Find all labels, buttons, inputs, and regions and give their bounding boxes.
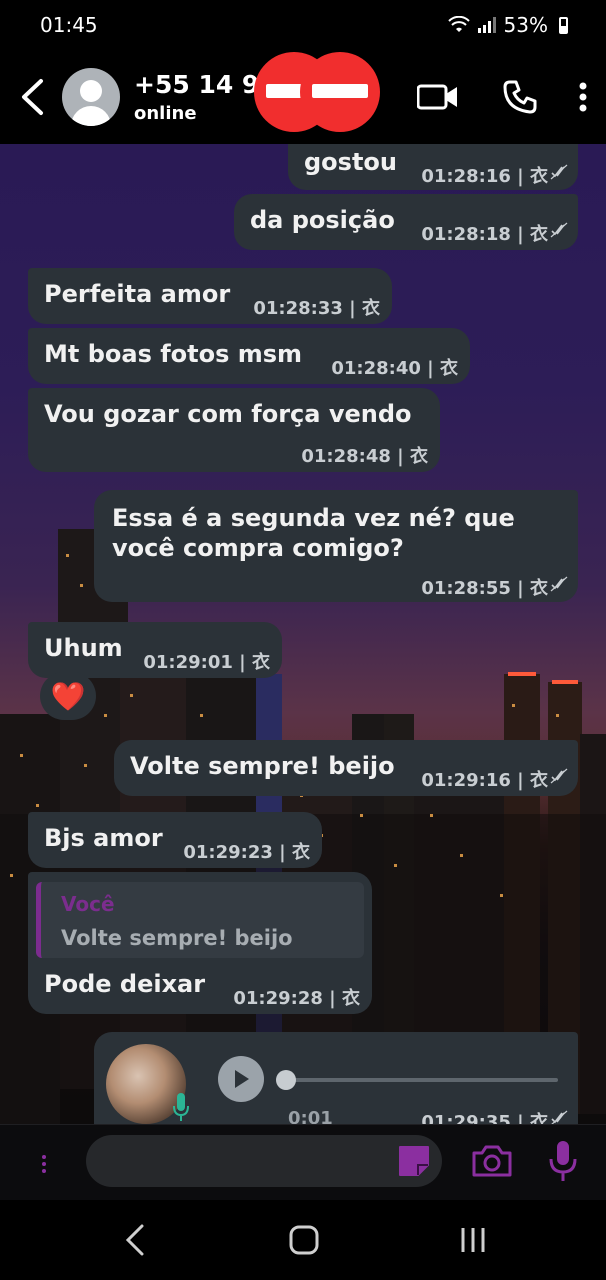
microphone-icon[interactable] <box>548 1139 578 1183</box>
system-navigation-bar <box>0 1200 606 1280</box>
message-text: Vou gozar com força vendo <box>44 400 412 428</box>
chat-area[interactable]: gostou 01:28:16 | 衣 da posição 01:28:18 … <box>0 144 606 1124</box>
message-bubble-out[interactable]: gostou 01:28:16 | 衣 <box>288 144 578 190</box>
voice-message-bubble[interactable]: 0:01 01:29:35 | 衣 <box>94 1032 578 1124</box>
message-time: 01:28:16 | 衣 <box>421 166 548 187</box>
read-status-icon <box>550 164 568 180</box>
message-text-line1: Essa é a segunda vez né? que <box>112 504 515 532</box>
battery-icon <box>559 16 568 34</box>
message-text: Bjs amor <box>44 824 163 852</box>
message-bubble-out[interactable]: Volte sempre! beijo 01:29:16 | 衣 <box>114 740 578 796</box>
status-icons: 53% <box>447 13 568 37</box>
message-bubble-in[interactable]: Você Volte sempre! beijo Pode deixar 01:… <box>28 872 372 1014</box>
message-text: Perfeita amor <box>44 280 231 308</box>
audio-progress-track[interactable] <box>288 1078 558 1082</box>
message-time: 01:29:28 | 衣 <box>233 988 360 1009</box>
message-text: Uhum <box>44 634 123 662</box>
avatar-icon[interactable] <box>62 68 120 126</box>
message-bubble-in[interactable]: Perfeita amor 01:28:33 | 衣 <box>28 268 392 324</box>
status-bar: 01:45 53% <box>0 0 606 50</box>
message-text: Mt boas fotos msm <box>44 340 303 368</box>
contact-status: online <box>134 103 197 124</box>
nav-recents-icon[interactable] <box>458 1222 488 1258</box>
wifi-icon <box>447 16 470 32</box>
read-status-icon <box>551 1110 568 1124</box>
message-text: Pode deixar <box>44 970 206 998</box>
message-bubble-out[interactable]: Essa é a segunda vez né? que você compra… <box>94 490 578 602</box>
nav-back-icon[interactable] <box>122 1222 146 1258</box>
signal-icon <box>477 17 496 33</box>
message-time: 01:29:16 | 衣 <box>421 770 548 791</box>
redaction-mark <box>300 52 380 132</box>
message-text: da posição <box>250 206 395 234</box>
message-bubble-out[interactable]: da posição 01:28:18 | 衣 <box>234 194 578 250</box>
message-bubble-in[interactable]: Mt boas fotos msm 01:28:40 | 衣 <box>28 328 470 384</box>
camera-icon[interactable] <box>470 1141 514 1181</box>
message-time: 01:28:18 | 衣 <box>421 224 548 245</box>
message-time: 01:28:40 | 衣 <box>331 358 458 379</box>
message-time: 01:29:01 | 衣 <box>143 652 270 673</box>
status-time: 01:45 <box>40 13 98 37</box>
audio-progress-knob[interactable] <box>276 1070 296 1090</box>
attach-menu-icon[interactable] <box>36 1149 52 1179</box>
read-status-icon <box>550 768 568 784</box>
message-time: 01:28:55 | 衣 <box>421 578 548 599</box>
message-bubble-in[interactable]: Vou gozar com força vendo 01:28:48 | 衣 <box>28 388 440 472</box>
message-bubble-in[interactable]: Uhum 01:29:01 | 衣 <box>28 622 282 678</box>
voice-duration: 0:01 <box>288 1108 333 1124</box>
back-arrow-icon[interactable] <box>10 67 54 127</box>
message-time: 01:28:33 | 衣 <box>253 298 380 319</box>
play-icon[interactable] <box>218 1056 264 1102</box>
message-input[interactable] <box>86 1135 442 1187</box>
video-call-icon[interactable] <box>408 67 468 127</box>
quoted-reply[interactable]: Você Volte sempre! beijo <box>36 882 364 958</box>
message-input-bar <box>0 1124 606 1200</box>
phone-call-icon[interactable] <box>490 67 550 127</box>
more-options-icon[interactable] <box>560 67 606 127</box>
voice-mic-icon <box>173 1093 189 1121</box>
sticker-icon[interactable] <box>394 1141 434 1181</box>
header-actions <box>408 50 606 144</box>
quoted-text: Volte sempre! beijo <box>61 926 293 950</box>
quoted-author: Você <box>61 892 115 916</box>
message-text: gostou <box>304 148 397 176</box>
message-bubble-in[interactable]: Bjs amor 01:29:23 | 衣 <box>28 812 322 868</box>
read-status-icon <box>550 222 568 238</box>
message-time: 01:29:23 | 衣 <box>183 842 310 863</box>
battery-level: 53% <box>503 13 548 37</box>
message-text-line2: você compra comigo? <box>112 534 404 562</box>
read-status-icon <box>550 576 568 592</box>
heart-reaction-icon[interactable]: ❤️ <box>40 672 96 720</box>
message-text: Volte sempre! beijo <box>130 752 395 780</box>
nav-home-icon[interactable] <box>288 1222 320 1258</box>
message-time: 01:29:35 | 衣 <box>421 1112 548 1124</box>
message-time: 01:28:48 | 衣 <box>301 446 428 467</box>
